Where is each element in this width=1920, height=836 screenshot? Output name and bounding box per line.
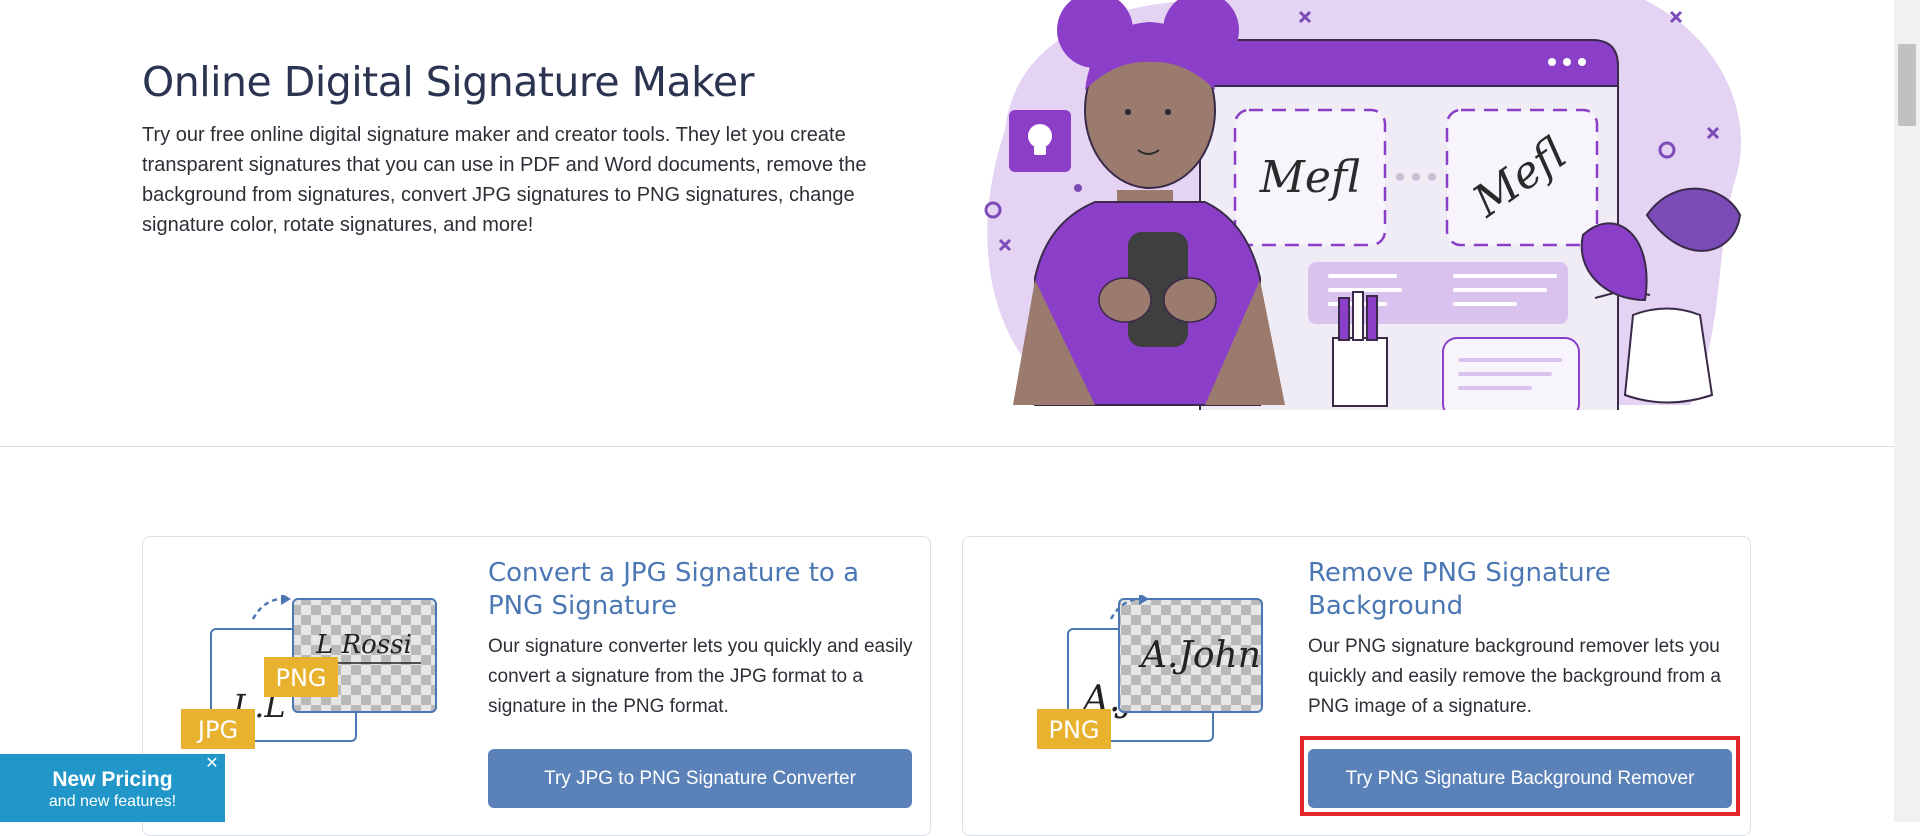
new-pricing-promo[interactable]: ✕ New Pricing and new features! — [0, 754, 225, 822]
promo-subtitle: and new features! — [48, 793, 177, 810]
jpg-to-png-converter-button[interactable]: Try JPG to PNG Signature Converter — [488, 749, 912, 808]
jpg-to-png-card: L.L L Rossi JPG PNG Convert a JPG Signat… — [142, 536, 931, 836]
card-description: Our signature converter lets you quickly… — [488, 636, 913, 717]
remove-png-background-card: A.J A.John PNG Remove PNG Signature Back… — [962, 536, 1751, 836]
illustration-signature-1: Mefl — [1259, 152, 1360, 203]
jpg-badge-label: JPG — [196, 716, 238, 744]
section-divider — [0, 446, 1894, 447]
png-background-remover-button[interactable]: Try PNG Signature Background Remover — [1308, 749, 1732, 808]
card-title: Remove PNG Signature Background — [1308, 558, 1611, 621]
vertical-scrollbar[interactable] — [1894, 0, 1920, 822]
promo-title: New Pricing — [52, 768, 173, 791]
hero-description: Try our free online digital signature ma… — [142, 124, 867, 236]
jpg-to-png-illustration: L.L L Rossi JPG PNG — [181, 595, 437, 749]
close-icon[interactable]: ✕ — [204, 756, 220, 772]
illustration-signature-back: A.John — [1138, 635, 1261, 676]
page-title: Online Digital Signature Maker — [142, 58, 754, 106]
scrollbar-thumb[interactable] — [1898, 44, 1916, 126]
card-description: Our PNG signature background remover let… — [1308, 636, 1721, 717]
illustration-signature-back: L Rossi — [315, 630, 412, 660]
card-title: Convert a JPG Signature to a PNG Signatu… — [488, 558, 860, 621]
png-badge-label: PNG — [1048, 716, 1099, 744]
png-badge-label: PNG — [275, 664, 326, 692]
hero-illustration: Mefl Mefl — [984, 0, 1742, 410]
lightbulb-icon — [1009, 110, 1071, 172]
png-background-remover-illustration: A.J A.John PNG — [1037, 595, 1263, 749]
